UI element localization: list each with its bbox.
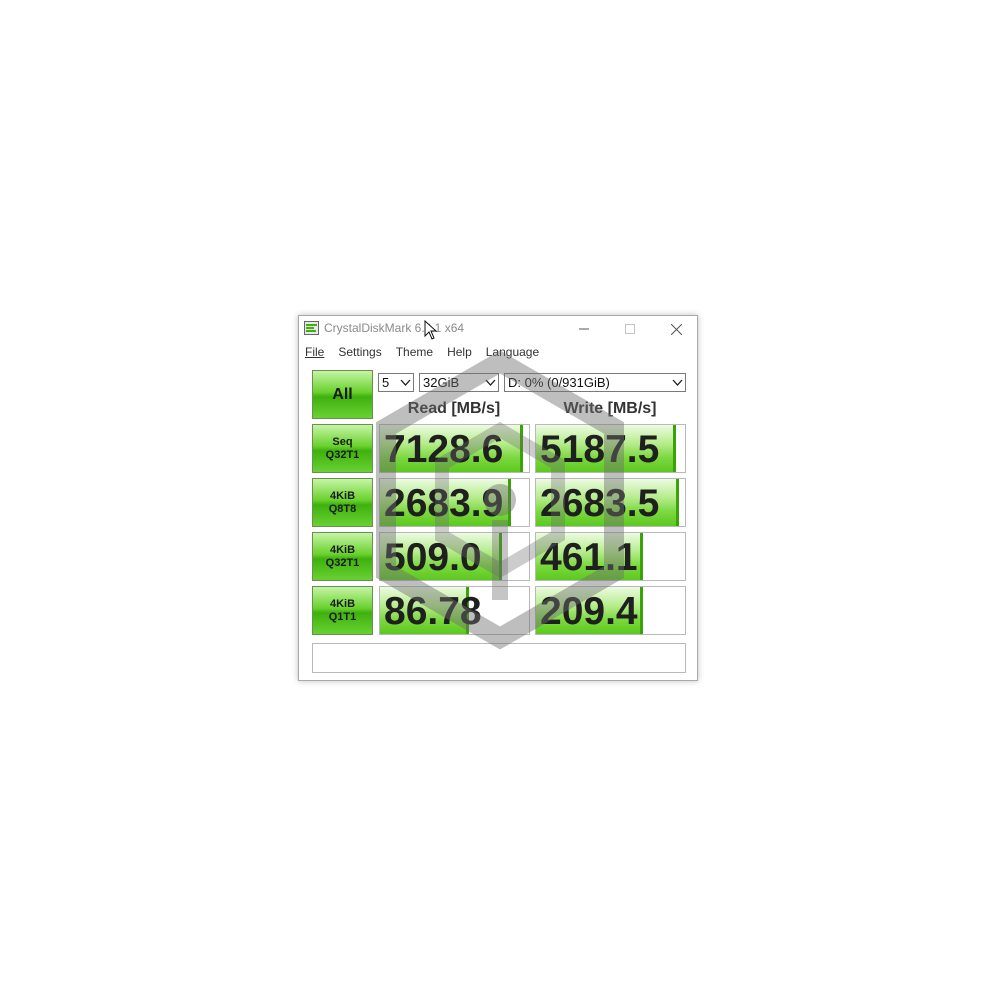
test-button-seq-q32t1[interactable]: Seq Q32T1 xyxy=(312,424,373,473)
run-all-label: All xyxy=(332,385,353,403)
minimize-button[interactable] xyxy=(561,316,607,342)
test-button-4kib-q32t1[interactable]: 4KiB Q32T1 xyxy=(312,532,373,581)
chevron-down-icon xyxy=(400,379,411,386)
test-label-line2: Q32T1 xyxy=(325,556,360,569)
test-label-line2: Q32T1 xyxy=(325,448,360,461)
close-icon xyxy=(670,323,682,335)
read-value: 2683.9 xyxy=(384,482,504,525)
read-value: 86.78 xyxy=(384,590,482,633)
test-size-value: 32GiB xyxy=(423,375,460,390)
chevron-down-icon xyxy=(485,379,496,386)
write-column-header: Write [MB/s] xyxy=(563,400,657,417)
window-title: CrystalDiskMark 6.0.1 x64 xyxy=(324,321,465,335)
comment-field[interactable] xyxy=(312,643,686,673)
write-value: 209.4 xyxy=(540,590,638,633)
test-count-select[interactable]: 5 xyxy=(378,373,414,392)
close-button[interactable] xyxy=(653,316,699,342)
write-result-seq-q32t1: 5187.5 xyxy=(535,424,686,473)
read-result-seq-q32t1: 7128.6 xyxy=(379,424,530,473)
read-result-4kib-q1t1: 86.78 xyxy=(379,586,530,635)
test-label-line1: 4KiB xyxy=(329,543,356,556)
maximize-icon xyxy=(625,324,635,334)
drive-value: D: 0% (0/931GiB) xyxy=(508,375,610,390)
menu-theme[interactable]: Theme xyxy=(396,345,433,359)
drive-select[interactable]: D: 0% (0/931GiB) xyxy=(504,373,686,392)
run-all-button[interactable]: All xyxy=(312,370,373,419)
test-label-line1: Seq xyxy=(332,435,353,448)
menu-file-label: File xyxy=(305,345,325,359)
menu-settings[interactable]: Settings xyxy=(338,345,381,359)
write-result-4kib-q32t1: 461.1 xyxy=(535,532,686,581)
menu-language[interactable]: Language xyxy=(486,345,539,359)
read-value: 7128.6 xyxy=(384,428,504,471)
test-label-line2: Q8T8 xyxy=(328,502,357,515)
test-label-line2: Q1T1 xyxy=(328,610,357,623)
write-value: 5187.5 xyxy=(540,428,660,471)
menu-help-label: Help xyxy=(447,345,472,359)
read-column-header: Read [MB/s] xyxy=(407,400,501,417)
menu-help[interactable]: Help xyxy=(447,345,472,359)
menu-settings-label: Settings xyxy=(338,345,382,359)
title-bar[interactable]: CrystalDiskMark 6.0.1 x64 xyxy=(299,316,697,342)
test-label-line1: 4KiB xyxy=(329,597,356,610)
write-result-4kib-q1t1: 209.4 xyxy=(535,586,686,635)
test-size-select[interactable]: 32GiB xyxy=(419,373,499,392)
test-button-4kib-q8t8[interactable]: 4KiB Q8T8 xyxy=(312,478,373,527)
write-result-4kib-q8t8: 2683.5 xyxy=(535,478,686,527)
app-window: CrystalDiskMark 6.0.1 x64 File Settings … xyxy=(298,315,698,681)
maximize-button[interactable] xyxy=(607,316,653,342)
write-value: 461.1 xyxy=(540,536,638,579)
menu-file[interactable]: File xyxy=(305,345,324,359)
minimize-icon xyxy=(579,328,589,330)
test-label-line1: 4KiB xyxy=(329,489,356,502)
crystaldiskmark-icon xyxy=(304,321,319,335)
test-count-value: 5 xyxy=(382,375,390,390)
read-result-4kib-q8t8: 2683.9 xyxy=(379,478,530,527)
read-value: 509.0 xyxy=(384,536,482,579)
write-value: 2683.5 xyxy=(540,482,660,525)
mouse-pointer-icon xyxy=(424,320,438,340)
read-result-4kib-q32t1: 509.0 xyxy=(379,532,530,581)
menu-bar: File Settings Theme Help Language xyxy=(299,342,697,362)
test-button-4kib-q1t1[interactable]: 4KiB Q1T1 xyxy=(312,586,373,635)
menu-language-label: Language xyxy=(485,345,540,359)
chevron-down-icon xyxy=(672,379,683,386)
menu-theme-label: Theme xyxy=(395,345,434,359)
